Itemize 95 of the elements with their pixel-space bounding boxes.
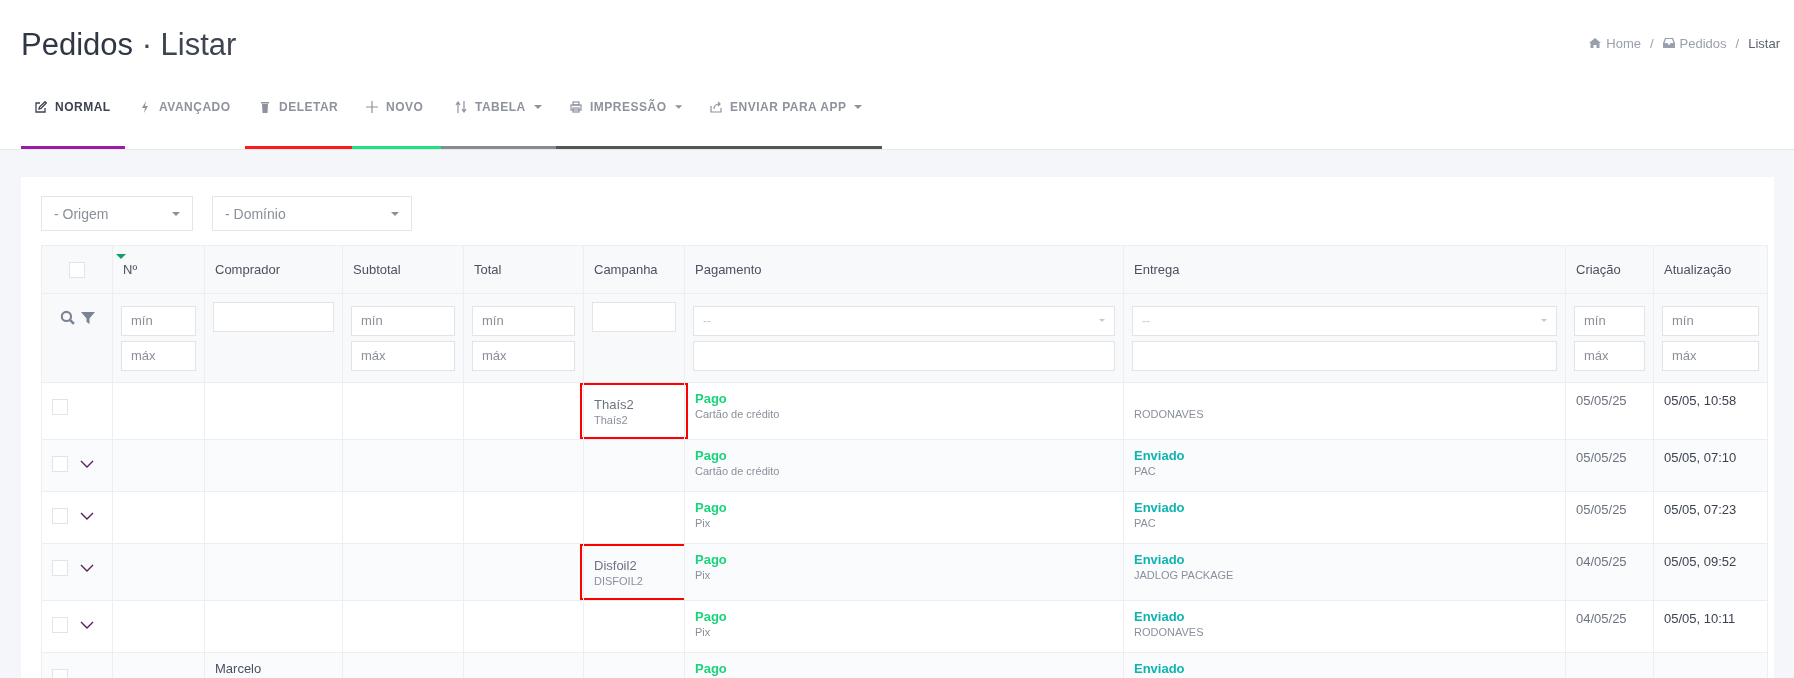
breadcrumb-link[interactable]: Home — [1589, 35, 1641, 51]
delivery-carrier: PAC — [1134, 465, 1157, 477]
updated-date: 05/05, 10:11 — [1664, 611, 1736, 626]
updated-date: 05/05, 07:23 — [1664, 502, 1737, 517]
input-field[interactable]: máx — [1574, 340, 1645, 371]
select-field[interactable]: -- — [693, 305, 1115, 336]
payment-status: Pago — [695, 552, 728, 567]
dropdown-field[interactable]: - Origem — [41, 196, 193, 231]
tray-icon — [1662, 38, 1675, 48]
payment-method: Pix — [695, 569, 712, 581]
payment-status: Pago — [695, 391, 728, 406]
input-field[interactable] — [693, 340, 1115, 371]
input-field[interactable] — [1132, 340, 1557, 371]
updated-date: 05/05, 07:10 — [1664, 450, 1737, 465]
delivery-carrier: JADLOG PACKAGE — [1134, 569, 1235, 581]
breadcrumb-separator: / — [1735, 35, 1740, 51]
input-field[interactable]: mín — [1574, 305, 1645, 336]
column-header[interactable]: Pagamento — [695, 262, 762, 277]
breadcrumb-link[interactable]: Pedidos — [1662, 35, 1727, 51]
input-field[interactable]: mín — [1662, 305, 1759, 336]
updated-date: 05/05, 10:58 — [1664, 393, 1737, 408]
row-checkbox[interactable] — [52, 456, 68, 472]
arrows-icon — [455, 101, 467, 113]
page-title: Pedidos · Listar — [21, 27, 237, 63]
breadcrumb-link[interactable]: Listar — [1748, 35, 1780, 51]
row-checkbox[interactable] — [52, 617, 68, 633]
column-header[interactable]: Atualização — [1664, 262, 1732, 277]
campaign-code: DISFOIL2 — [594, 574, 644, 587]
delivery-status: Enviado — [1134, 448, 1186, 463]
input-field[interactable]: máx — [121, 340, 196, 371]
delivery-status: Enviado — [1134, 661, 1186, 676]
campaign-name: Thaís2 — [594, 396, 635, 412]
input-field[interactable]: máx — [1662, 340, 1759, 371]
pencil-square-icon — [35, 101, 47, 113]
filter-icon[interactable] — [80, 310, 95, 325]
column-header[interactable]: Criação — [1576, 262, 1621, 277]
select-all-checkbox[interactable] — [69, 261, 85, 278]
updated-date: 05/05, 09:52 — [1664, 554, 1737, 569]
input-field[interactable]: máx — [472, 340, 575, 371]
input-field[interactable] — [592, 302, 676, 332]
delivery-status: Enviado — [1134, 552, 1186, 567]
payment-method: Pix — [695, 626, 712, 638]
printer-icon — [570, 101, 582, 113]
chevron-down-icon[interactable] — [80, 621, 94, 629]
payment-status: Pago — [695, 661, 728, 676]
payment-status: Pago — [695, 448, 728, 463]
column-header[interactable]: Nº — [123, 262, 138, 277]
buyer-name: Marcelo — [215, 661, 263, 676]
input-field[interactable] — [213, 302, 334, 332]
created-date: 05/05/25 — [1576, 502, 1627, 517]
breadcrumb-separator: / — [1649, 35, 1654, 51]
tab[interactable]: AVANÇADO — [125, 68, 245, 149]
column-header[interactable]: Total — [474, 262, 502, 277]
payment-method: Pix — [695, 517, 712, 529]
home-icon — [1589, 38, 1602, 48]
input-field[interactable]: mín — [472, 305, 575, 336]
input-field[interactable]: máx — [351, 340, 455, 371]
delivery-carrier: RODONAVES — [1134, 626, 1205, 638]
delivery-carrier: RODONAVES — [1134, 408, 1205, 420]
chevron-down-icon[interactable] — [80, 564, 94, 572]
row-checkbox[interactable] — [52, 508, 68, 524]
caret-icon — [1099, 319, 1105, 322]
payment-method: Cartão de crédito — [695, 408, 781, 420]
dropdown-field[interactable]: - Domínio — [212, 196, 412, 231]
plus-icon — [366, 101, 378, 113]
caret-icon — [172, 211, 180, 216]
caret-icon — [1541, 319, 1547, 322]
lightning-icon — [139, 101, 151, 113]
created-date: 04/05/25 — [1576, 554, 1627, 569]
column-header[interactable]: Campanha — [594, 262, 658, 277]
select-field[interactable]: -- — [1132, 305, 1557, 336]
input-field[interactable]: mín — [121, 305, 196, 336]
delivery-carrier: PAC — [1134, 517, 1157, 529]
created-date: 05/05/25 — [1576, 393, 1627, 408]
column-header[interactable]: Comprador — [215, 262, 281, 277]
row-checkbox[interactable] — [52, 560, 68, 576]
delivery-status: Enviado — [1134, 609, 1186, 624]
chevron-down-icon[interactable] — [80, 512, 94, 520]
input-field[interactable]: mín — [351, 305, 455, 336]
created-date: 04/05/25 — [1576, 611, 1627, 626]
payment-status: Pago — [695, 609, 728, 624]
search-icon[interactable] — [59, 310, 75, 325]
share-icon — [710, 101, 722, 113]
payment-method: Cartão de crédito — [695, 465, 781, 477]
campaign-code: Thaís2 — [594, 413, 629, 426]
column-header[interactable]: Entrega — [1134, 262, 1180, 277]
created-date: 05/05/25 — [1576, 450, 1627, 465]
trash-icon — [259, 101, 271, 113]
chevron-down-icon[interactable] — [80, 460, 94, 468]
caret-icon — [391, 211, 399, 216]
payment-status: Pago — [695, 500, 728, 515]
column-header[interactable]: Subtotal — [353, 262, 401, 277]
campaign-name: Disfoil2 — [594, 557, 638, 573]
delivery-status: Enviado — [1134, 500, 1186, 515]
row-checkbox[interactable] — [52, 399, 68, 415]
